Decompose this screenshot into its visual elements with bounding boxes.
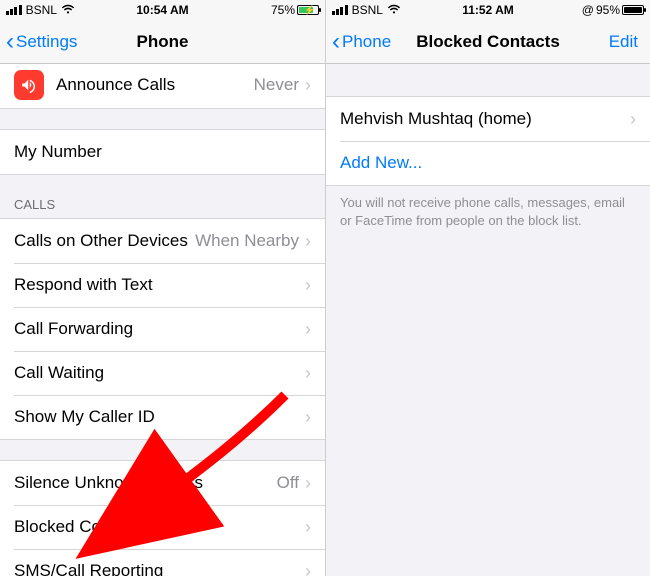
respond-with-text-row[interactable]: Respond with Text ›: [0, 263, 325, 307]
row-label: Respond with Text: [14, 275, 153, 295]
chevron-right-icon: ›: [630, 109, 636, 130]
nav-bar: ‹ Settings Phone: [0, 20, 325, 64]
edit-button[interactable]: Edit: [609, 32, 650, 52]
announce-calls-row[interactable]: Announce Calls Never ›: [0, 64, 325, 108]
nav-title: Phone: [137, 32, 189, 52]
chevron-right-icon: ›: [305, 231, 311, 252]
calls-section-header: CALLS: [0, 175, 325, 218]
row-value: Off: [277, 473, 299, 493]
blocked-contacts-row[interactable]: Blocked Contacts ›: [0, 505, 325, 549]
carrier-label: BSNL: [352, 3, 383, 17]
battery-pct: 95%: [596, 3, 620, 17]
chevron-right-icon: ›: [305, 275, 311, 296]
calls-other-devices-row[interactable]: Calls on Other Devices When Nearby ›: [0, 219, 325, 263]
add-new-label: Add New...: [340, 153, 422, 173]
nav-bar: ‹ Phone Blocked Contacts Edit: [326, 20, 650, 64]
row-label: Calls on Other Devices: [14, 231, 188, 251]
chevron-right-icon: ›: [305, 75, 311, 96]
row-value: When Nearby: [195, 231, 299, 251]
row-label: Blocked Contacts: [14, 517, 146, 537]
carrier-label: BSNL: [26, 3, 57, 17]
screen-blocked-contacts: BSNL 11:52 AM @ 95% ‹ Phone Blocked Cont…: [325, 0, 650, 576]
back-button[interactable]: ‹ Phone: [326, 30, 391, 54]
row-label: Silence Unknown Callers: [14, 473, 203, 493]
nav-title: Blocked Contacts: [416, 32, 560, 52]
chevron-right-icon: ›: [305, 319, 311, 340]
status-time: 10:54 AM: [136, 3, 188, 17]
my-number-row[interactable]: My Number: [0, 130, 325, 174]
battery-icon: [622, 5, 644, 15]
call-forwarding-row[interactable]: Call Forwarding ›: [0, 307, 325, 351]
contact-name: Mehvish Mushtaq (home): [340, 109, 532, 129]
signal-bars-icon: [332, 5, 348, 15]
wifi-icon: [61, 3, 75, 17]
back-label: Phone: [342, 32, 391, 52]
chevron-right-icon: ›: [305, 473, 311, 494]
back-label: Settings: [16, 32, 77, 52]
block-list-footer: You will not receive phone calls, messag…: [326, 186, 650, 237]
content-area: Mehvish Mushtaq (home) › Add New... You …: [326, 64, 650, 237]
row-label: Show My Caller ID: [14, 407, 155, 427]
battery-icon: ⚡: [297, 5, 319, 15]
wifi-icon: [387, 3, 401, 17]
call-waiting-row[interactable]: Call Waiting ›: [0, 351, 325, 395]
chevron-right-icon: ›: [305, 561, 311, 576]
sms-call-reporting-row[interactable]: SMS/Call Reporting ›: [0, 549, 325, 576]
show-caller-id-row[interactable]: Show My Caller ID ›: [0, 395, 325, 439]
status-bar: BSNL 11:52 AM @ 95%: [326, 0, 650, 20]
status-bar: BSNL 10:54 AM 75% ⚡: [0, 0, 325, 20]
announce-label: Announce Calls: [56, 75, 175, 95]
add-new-row[interactable]: Add New...: [326, 141, 650, 185]
announce-icon: [14, 70, 44, 100]
status-time: 11:52 AM: [462, 3, 514, 17]
blocked-contact-row[interactable]: Mehvish Mushtaq (home) ›: [326, 97, 650, 141]
my-number-label: My Number: [14, 142, 102, 162]
content-area: Announce Calls Never › My Number CALLS C…: [0, 64, 325, 576]
signal-bars-icon: [6, 5, 22, 15]
silence-unknown-row[interactable]: Silence Unknown Callers Off ›: [0, 461, 325, 505]
chevron-right-icon: ›: [305, 517, 311, 538]
announce-value: Never: [254, 75, 299, 95]
chevron-left-icon: ‹: [6, 30, 14, 54]
back-button[interactable]: ‹ Settings: [0, 30, 77, 54]
row-label: SMS/Call Reporting: [14, 561, 163, 576]
screen-phone-settings: BSNL 10:54 AM 75% ⚡ ‹ Settings Phone Ann…: [0, 0, 325, 576]
chevron-right-icon: ›: [305, 363, 311, 384]
row-label: Call Waiting: [14, 363, 104, 383]
chevron-left-icon: ‹: [332, 30, 340, 54]
chevron-right-icon: ›: [305, 407, 311, 428]
battery-pct: 75%: [271, 3, 295, 17]
row-label: Call Forwarding: [14, 319, 133, 339]
